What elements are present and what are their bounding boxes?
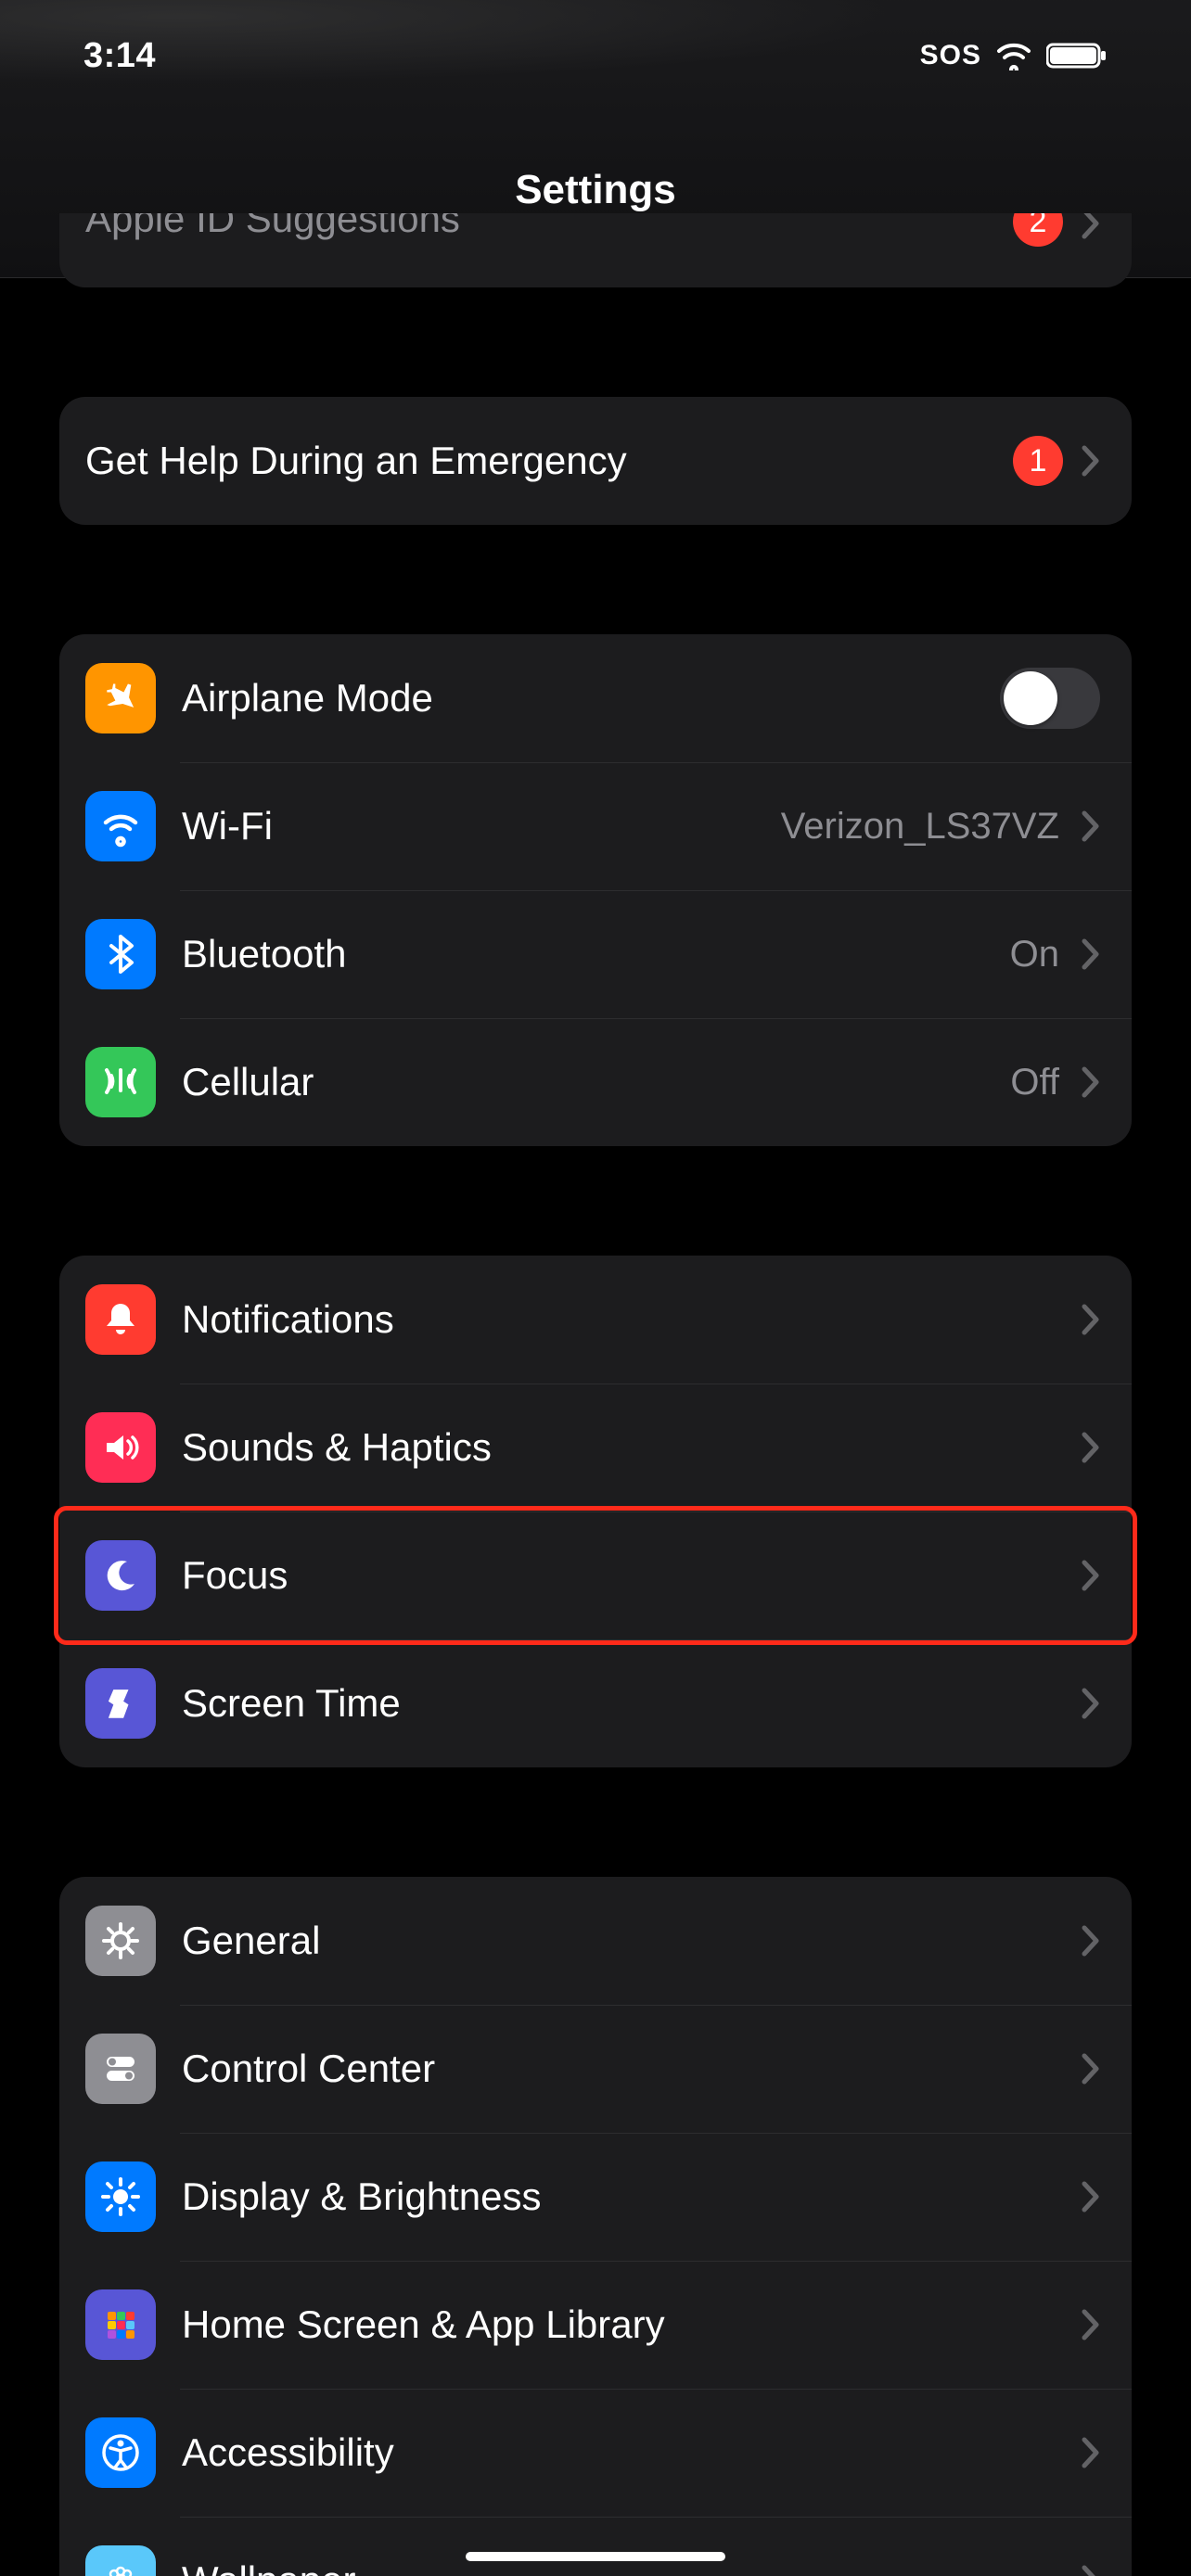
row-wallpaper[interactable]: Wallpaper [59, 2517, 1132, 2576]
control-center-label: Control Center [182, 2047, 1069, 2091]
status-time: 3:14 [83, 36, 156, 76]
row-screen-time[interactable]: Screen Time [59, 1639, 1132, 1767]
chevron-right-icon [1082, 1560, 1100, 1591]
chevron-right-icon [1082, 2437, 1100, 2468]
row-home-screen[interactable]: Home Screen & App Library [59, 2261, 1132, 2389]
sounds-label: Sounds & Haptics [182, 1425, 1069, 1470]
cellular-icon [85, 1047, 156, 1117]
chevron-right-icon [1082, 2181, 1100, 2213]
group-apple-id: Apple ID Suggestions 2 [59, 213, 1132, 287]
display-brightness-label: Display & Brightness [182, 2174, 1069, 2219]
row-focus[interactable]: Focus [59, 1511, 1132, 1639]
chevron-right-icon [1082, 213, 1100, 239]
wallpaper-icon [85, 2545, 156, 2576]
bluetooth-icon [85, 919, 156, 989]
row-airplane-mode[interactable]: Airplane Mode [59, 634, 1132, 762]
chevron-right-icon [1082, 445, 1100, 477]
row-wifi[interactable]: Wi-Fi Verizon_LS37VZ [59, 762, 1132, 890]
chevron-right-icon [1082, 938, 1100, 970]
row-bluetooth[interactable]: Bluetooth On [59, 890, 1132, 1018]
sos-indicator: SOS [920, 40, 981, 71]
row-cellular[interactable]: Cellular Off [59, 1018, 1132, 1146]
screen-time-icon [85, 1668, 156, 1739]
general-label: General [182, 1919, 1069, 1963]
page-title: Settings [0, 167, 1191, 213]
wifi-icon [85, 791, 156, 861]
sounds-icon [85, 1412, 156, 1483]
home-screen-icon [85, 2289, 156, 2360]
chevron-right-icon [1082, 2309, 1100, 2340]
airplane-mode-label: Airplane Mode [182, 676, 1000, 721]
row-sounds-haptics[interactable]: Sounds & Haptics [59, 1384, 1132, 1511]
home-screen-label: Home Screen & App Library [182, 2302, 1069, 2347]
wifi-status-icon [994, 41, 1033, 70]
general-icon [85, 1906, 156, 1976]
chevron-right-icon [1082, 1688, 1100, 1719]
cellular-value: Off [1010, 1062, 1059, 1103]
airplane-icon [85, 663, 156, 733]
group-connectivity: Airplane Mode Wi-Fi Verizon_LS37VZ Bluet… [59, 634, 1132, 1146]
wifi-label: Wi-Fi [182, 804, 781, 848]
battery-status-icon [1046, 42, 1108, 70]
badge-emergency-help: 1 [1013, 436, 1063, 486]
row-general[interactable]: General [59, 1877, 1132, 2005]
chevron-right-icon [1082, 1066, 1100, 1098]
row-display-brightness[interactable]: Display & Brightness [59, 2133, 1132, 2261]
home-indicator[interactable] [466, 2552, 725, 2561]
chevron-right-icon [1082, 1432, 1100, 1463]
bluetooth-value: On [1010, 934, 1059, 976]
row-accessibility[interactable]: Accessibility [59, 2389, 1132, 2517]
group-emergency: Get Help During an Emergency 1 [59, 397, 1132, 525]
apple-id-suggestions-label: Apple ID Suggestions [85, 213, 1013, 241]
bluetooth-label: Bluetooth [182, 932, 1010, 976]
wifi-value: Verizon_LS37VZ [781, 806, 1059, 848]
focus-icon [85, 1540, 156, 1611]
screen-time-label: Screen Time [182, 1681, 1069, 1726]
chevron-right-icon [1082, 2053, 1100, 2085]
group-system: General Control Center Display & Brigh [59, 1877, 1132, 2576]
row-emergency-help[interactable]: Get Help During an Emergency 1 [59, 397, 1132, 525]
chevron-right-icon [1082, 1925, 1100, 1957]
display-brightness-icon [85, 2162, 156, 2232]
airplane-mode-toggle[interactable] [1000, 668, 1100, 729]
notifications-icon [85, 1284, 156, 1355]
badge-apple-id-suggestions: 2 [1013, 213, 1063, 247]
emergency-help-label: Get Help During an Emergency [85, 439, 1013, 483]
row-apple-id-suggestions[interactable]: Apple ID Suggestions 2 [59, 213, 1132, 287]
notifications-label: Notifications [182, 1297, 1069, 1342]
focus-label: Focus [182, 1553, 1069, 1598]
cellular-label: Cellular [182, 1060, 1010, 1104]
accessibility-icon [85, 2417, 156, 2488]
group-attention: Notifications Sounds & Haptics Focus [59, 1256, 1132, 1767]
chevron-right-icon [1082, 1304, 1100, 1335]
row-notifications[interactable]: Notifications [59, 1256, 1132, 1384]
status-bar: 3:14 SOS [0, 0, 1191, 111]
row-control-center[interactable]: Control Center [59, 2005, 1132, 2133]
accessibility-label: Accessibility [182, 2430, 1069, 2475]
control-center-icon [85, 2034, 156, 2104]
chevron-right-icon [1082, 2565, 1100, 2576]
chevron-right-icon [1082, 810, 1100, 842]
